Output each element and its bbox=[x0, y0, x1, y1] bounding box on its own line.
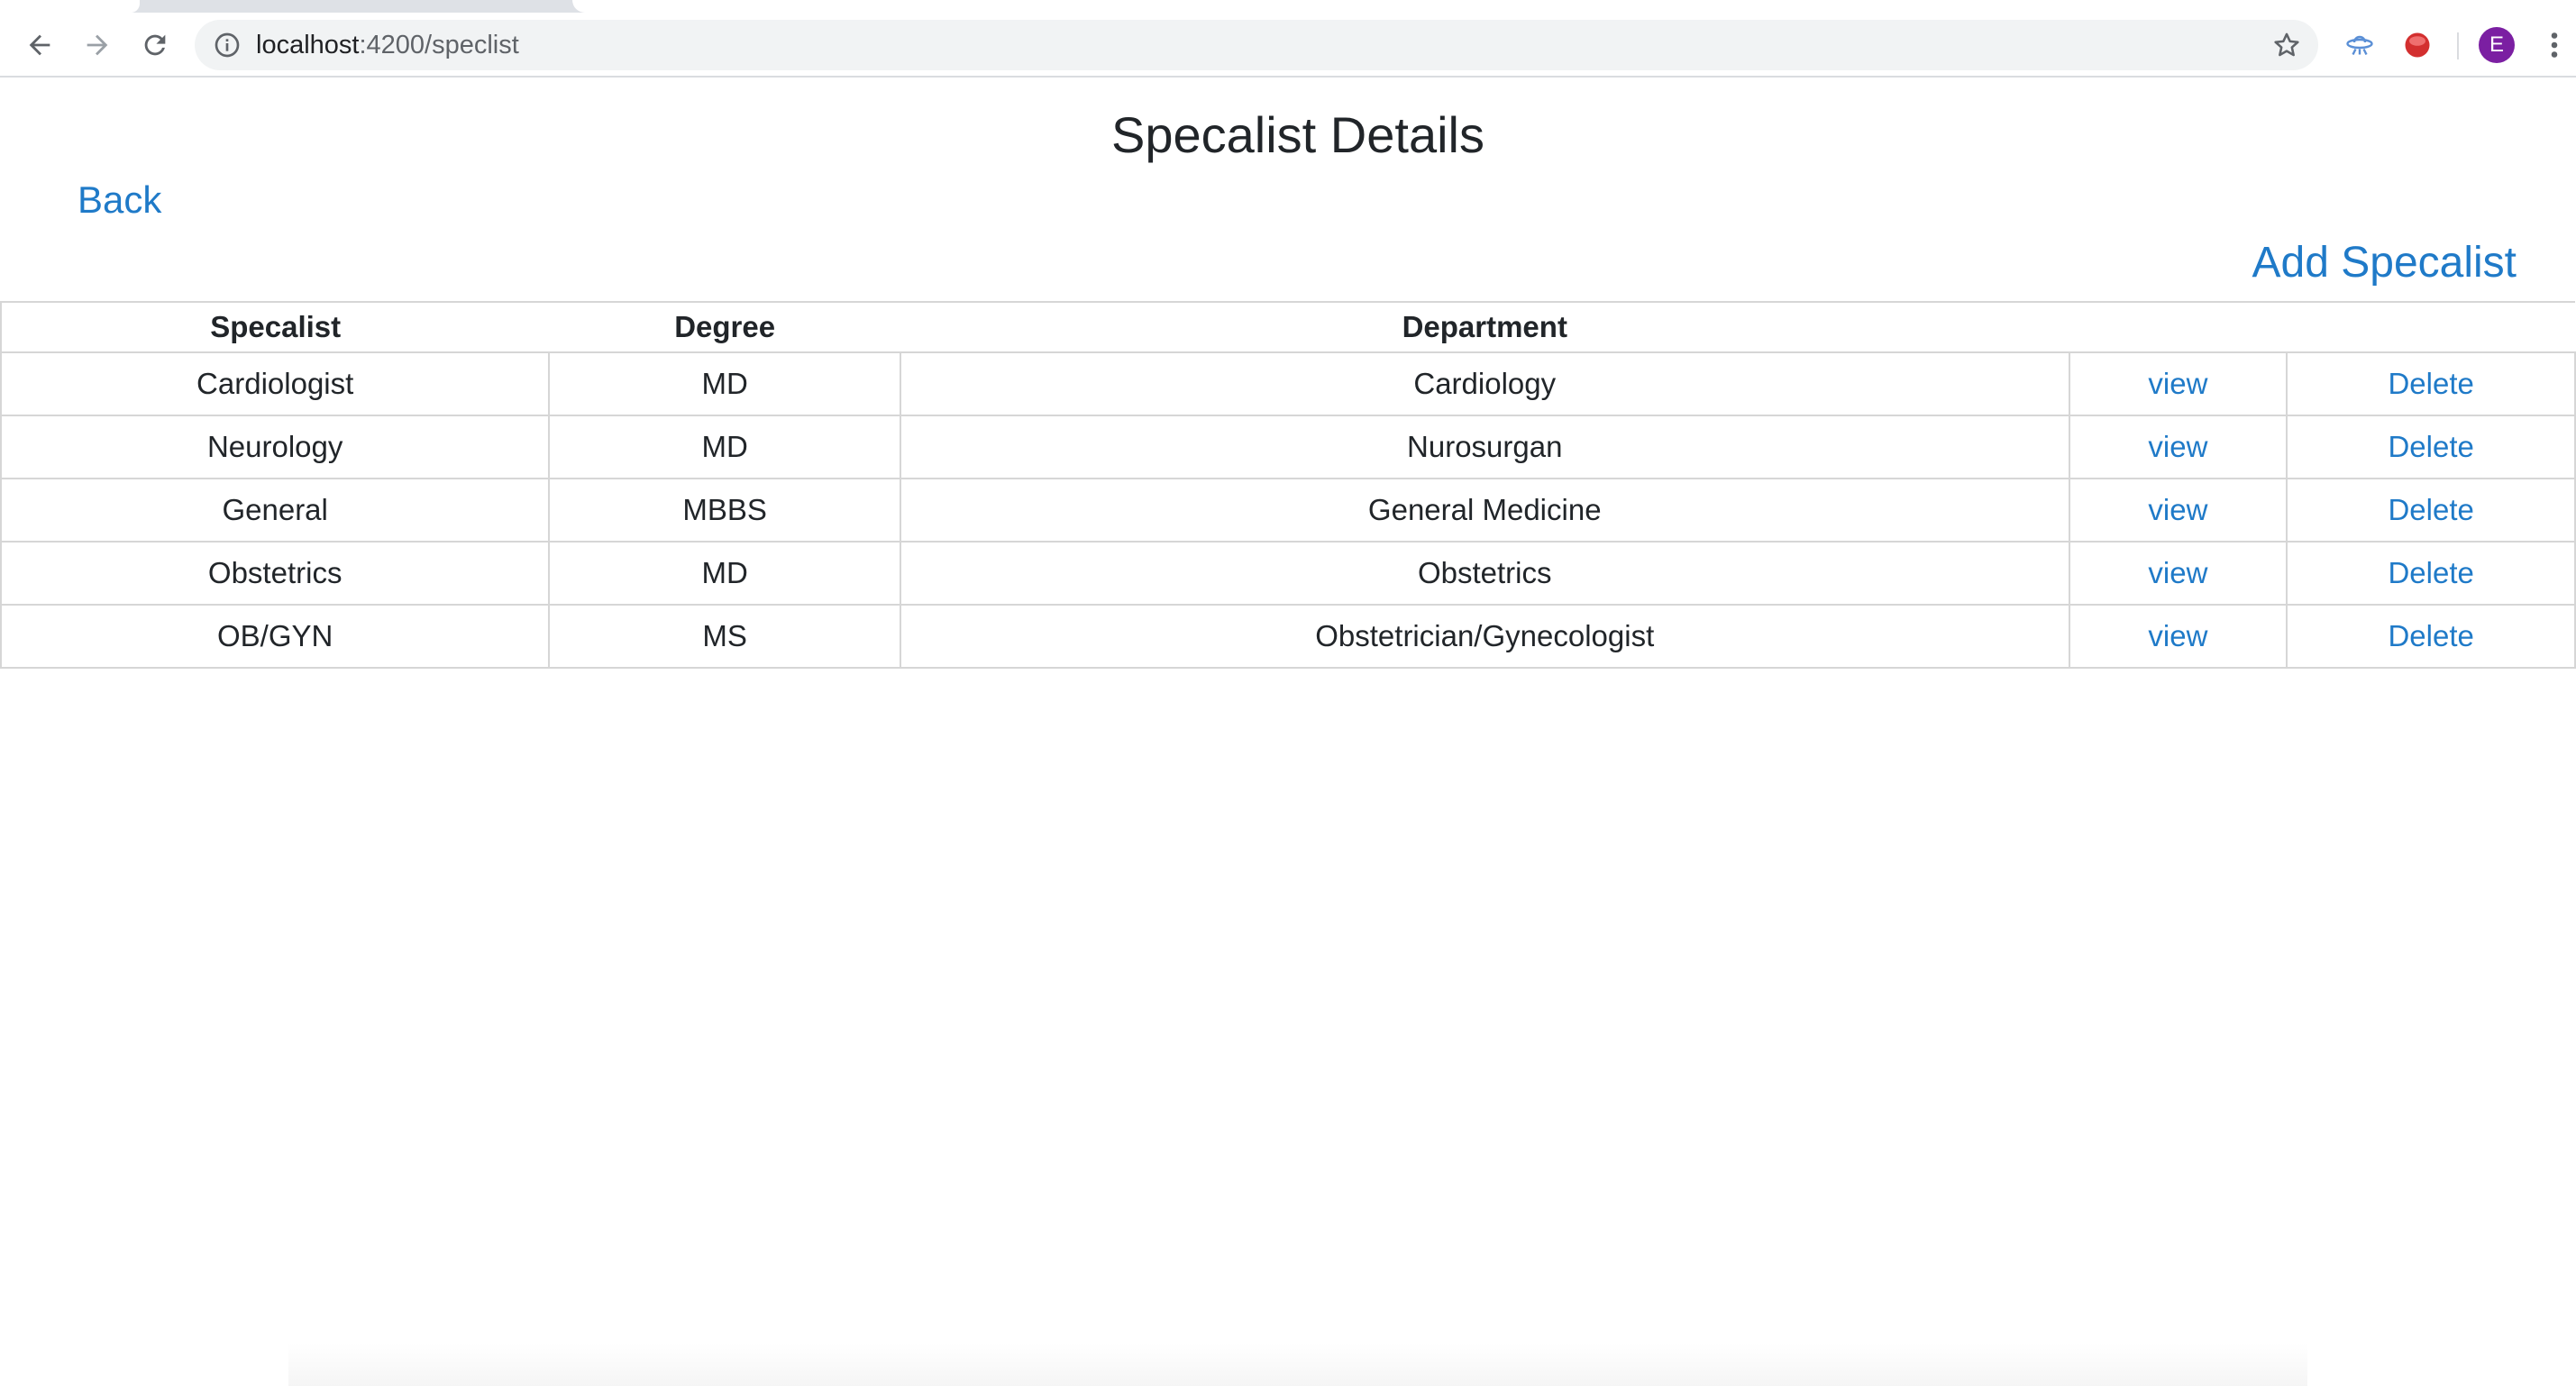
cell-department: Obstetrician/Gynecologist bbox=[899, 604, 2070, 669]
column-header-degree: Degree bbox=[549, 301, 900, 353]
view-link[interactable]: view bbox=[2148, 619, 2207, 652]
delete-link[interactable]: Delete bbox=[2388, 493, 2473, 526]
cell-view: view bbox=[2068, 351, 2288, 416]
column-header-view bbox=[2069, 301, 2288, 353]
delete-link[interactable]: Delete bbox=[2388, 430, 2473, 463]
back-arrow-icon[interactable] bbox=[20, 25, 59, 65]
cell-specialist: Neurology bbox=[0, 415, 551, 479]
delete-link[interactable]: Delete bbox=[2388, 619, 2473, 652]
extension-ufo-icon[interactable] bbox=[2343, 29, 2376, 61]
tab-strip bbox=[0, 0, 2576, 13]
cell-view: view bbox=[2068, 541, 2288, 606]
cell-specialist: OB/GYN bbox=[0, 604, 551, 669]
view-link[interactable]: view bbox=[2148, 493, 2207, 526]
table-header-row: Specalist Degree Department bbox=[0, 301, 2575, 353]
cell-view: view bbox=[2068, 604, 2288, 669]
cell-department: Nurosurgan bbox=[899, 415, 2070, 479]
cell-department: Obstetrics bbox=[899, 541, 2070, 606]
cell-degree: MD bbox=[548, 541, 901, 606]
view-link[interactable]: view bbox=[2148, 430, 2207, 463]
cell-specialist: Cardiologist bbox=[0, 351, 551, 416]
column-header-specialist: Specalist bbox=[0, 301, 550, 353]
cell-degree: MS bbox=[548, 604, 901, 669]
table-row: Cardiologist MD Cardiology view Delete bbox=[0, 351, 2576, 416]
cell-degree: MD bbox=[548, 415, 901, 479]
cell-delete: Delete bbox=[2286, 541, 2576, 606]
view-link[interactable]: view bbox=[2148, 367, 2207, 400]
table-row: OB/GYN MS Obstetrician/Gynecologist view… bbox=[0, 604, 2576, 669]
cell-delete: Delete bbox=[2286, 478, 2576, 543]
delete-link[interactable]: Delete bbox=[2388, 367, 2473, 400]
address-bar[interactable]: localhost:4200/speclist bbox=[195, 20, 2318, 70]
cell-department: Cardiology bbox=[899, 351, 2070, 416]
specialist-table: Specalist Degree Department Cardiologist… bbox=[0, 301, 2576, 669]
toolbar-separator bbox=[2457, 32, 2459, 59]
table-row: Neurology MD Nurosurgan view Delete bbox=[0, 415, 2576, 479]
cell-specialist: Obstetrics bbox=[0, 541, 551, 606]
extension-red-dot-icon[interactable] bbox=[2401, 29, 2434, 61]
cell-view: view bbox=[2068, 415, 2288, 479]
star-icon[interactable] bbox=[2271, 30, 2302, 60]
column-header-department: Department bbox=[900, 301, 2069, 353]
page-title: Specalist Details bbox=[1111, 106, 1484, 163]
cell-department: General Medicine bbox=[899, 478, 2070, 543]
table-row: Obstetrics MD Obstetrics view Delete bbox=[0, 541, 2576, 606]
browser-toolbar: localhost:4200/speclist E bbox=[0, 13, 2576, 78]
cell-delete: Delete bbox=[2286, 351, 2576, 416]
active-tab[interactable] bbox=[0, 0, 140, 13]
cell-delete: Delete bbox=[2286, 604, 2576, 669]
cell-view: view bbox=[2068, 478, 2288, 543]
bottom-shadow bbox=[288, 1343, 2307, 1386]
info-icon[interactable] bbox=[213, 31, 242, 59]
kebab-menu-icon[interactable] bbox=[2542, 29, 2567, 61]
add-specialist-link[interactable]: Add Specalist bbox=[2252, 234, 2517, 292]
column-header-delete bbox=[2287, 301, 2575, 353]
cell-degree: MBBS bbox=[548, 478, 901, 543]
url-path: :4200/speclist bbox=[359, 31, 519, 59]
url-text[interactable]: localhost:4200/speclist bbox=[256, 20, 519, 70]
forward-arrow-icon[interactable] bbox=[78, 25, 117, 65]
url-host: localhost bbox=[256, 31, 360, 59]
cell-delete: Delete bbox=[2286, 415, 2576, 479]
delete-link[interactable]: Delete bbox=[2388, 556, 2473, 589]
reload-icon[interactable] bbox=[135, 25, 175, 65]
view-link[interactable]: view bbox=[2148, 556, 2207, 589]
cell-degree: MD bbox=[548, 351, 901, 416]
inactive-tab[interactable] bbox=[572, 0, 2576, 13]
profile-avatar[interactable]: E bbox=[2479, 27, 2515, 63]
table-row: General MBBS General Medicine view Delet… bbox=[0, 478, 2576, 543]
cell-specialist: General bbox=[0, 478, 551, 543]
back-link[interactable]: Back bbox=[78, 173, 161, 227]
